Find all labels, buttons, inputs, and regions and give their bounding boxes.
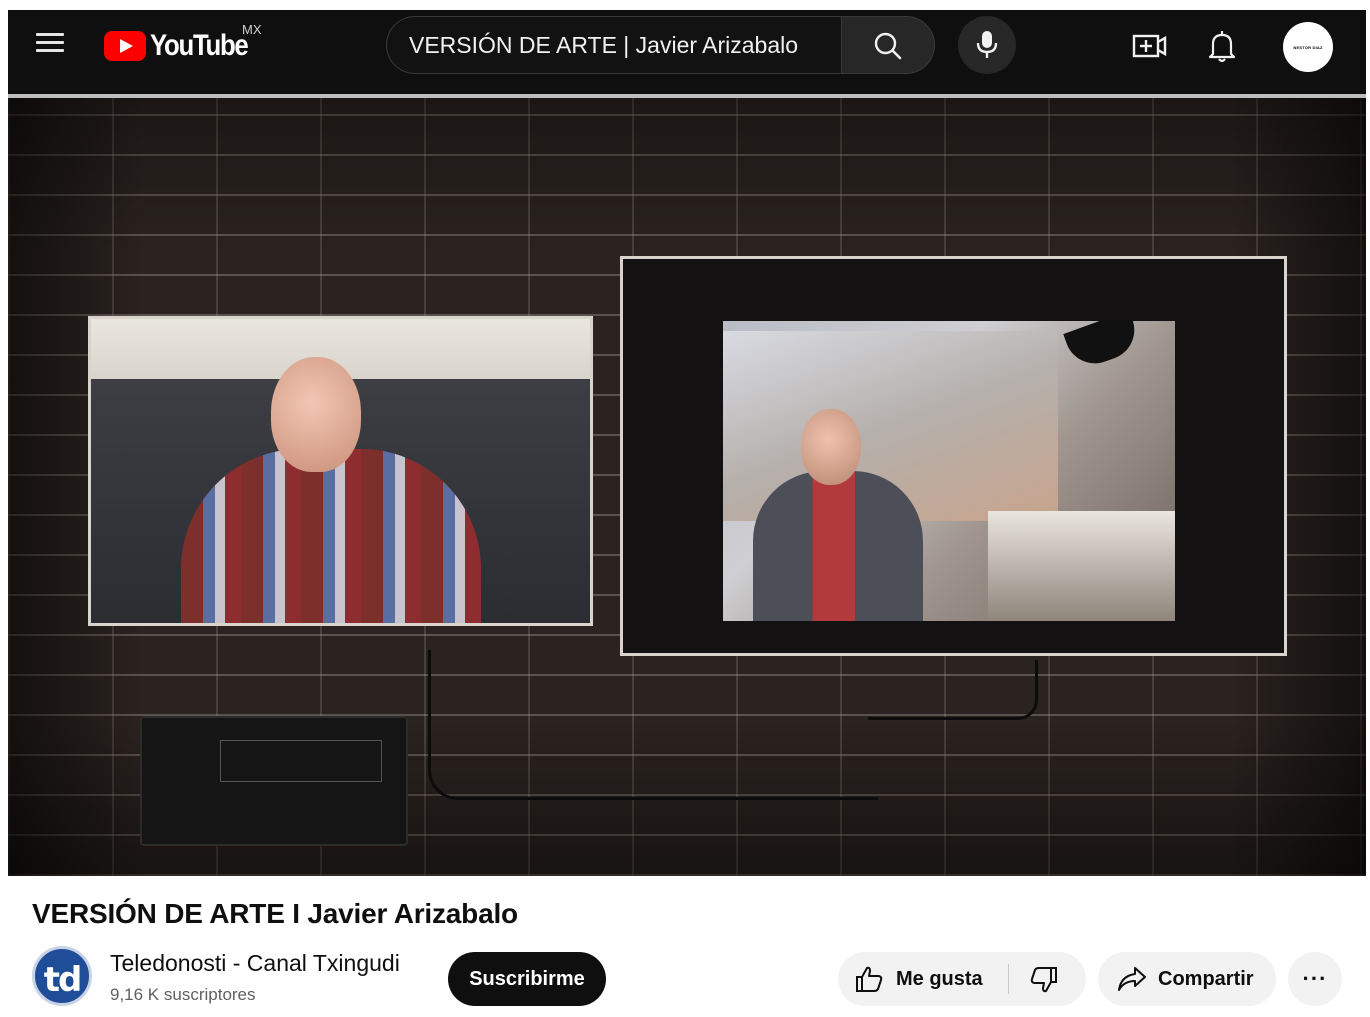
subscribe-button[interactable]: Suscribirme bbox=[448, 952, 606, 1006]
dislike-button[interactable] bbox=[1009, 952, 1086, 1006]
lamp bbox=[1063, 321, 1143, 372]
youtube-play-icon bbox=[104, 31, 146, 61]
cable bbox=[868, 660, 1038, 720]
video-title: VERSIÓN DE ARTE I Javier Arizabalo bbox=[32, 898, 518, 929]
painting-photo-frame bbox=[620, 256, 1287, 656]
search-box bbox=[386, 16, 842, 74]
person bbox=[181, 449, 481, 623]
avatar-label: NESTOR DIAZ bbox=[1293, 44, 1323, 50]
studio-photo bbox=[723, 321, 1175, 621]
youtube-watch-page: YouTube MX VERSIÓN DE ARTE | Javier Ariz… bbox=[8, 10, 1366, 1017]
search-input[interactable] bbox=[409, 17, 829, 73]
mic-icon bbox=[976, 31, 998, 58]
channel-avatar-text: td bbox=[43, 960, 83, 1000]
video-player[interactable] bbox=[8, 94, 1366, 876]
share-label: Compartir bbox=[1158, 967, 1254, 990]
region-badge: MX bbox=[242, 22, 262, 37]
create-video-button[interactable] bbox=[1130, 26, 1170, 66]
studio-table bbox=[988, 511, 1175, 621]
menu-icon[interactable] bbox=[30, 28, 70, 64]
channel-name[interactable]: Teledonosti - Canal Txingudi bbox=[110, 950, 400, 977]
notifications-button[interactable] bbox=[1202, 26, 1242, 66]
youtube-logo[interactable]: YouTube MX bbox=[104, 22, 263, 64]
vintage-device bbox=[140, 716, 408, 846]
top-bar: YouTube MX VERSIÓN DE ARTE | Javier Ariz… bbox=[8, 10, 1366, 94]
account-avatar[interactable]: NESTOR DIAZ bbox=[1283, 22, 1333, 72]
bell-icon bbox=[1208, 31, 1236, 63]
like-button[interactable]: Me gusta bbox=[838, 952, 1008, 1006]
thumbs-up-icon bbox=[856, 966, 883, 992]
create-video-icon bbox=[1132, 34, 1167, 58]
more-actions-button[interactable]: ··· bbox=[1288, 952, 1342, 1006]
like-label: Me gusta bbox=[896, 967, 983, 990]
channel-avatar[interactable]: td bbox=[32, 946, 92, 1006]
search-button[interactable] bbox=[841, 16, 935, 74]
interview-video-frame bbox=[88, 316, 593, 626]
like-dislike-group: Me gusta bbox=[838, 952, 1086, 1006]
voice-search-button[interactable] bbox=[958, 16, 1016, 74]
share-arrow-icon bbox=[1118, 967, 1146, 991]
logo-text: YouTube bbox=[150, 29, 249, 62]
share-button[interactable]: Compartir bbox=[1098, 952, 1276, 1006]
search-icon bbox=[874, 32, 902, 60]
person bbox=[753, 471, 923, 621]
cable bbox=[428, 650, 878, 800]
subscriber-count: 9,16 K suscriptores bbox=[110, 985, 256, 1004]
thumbs-down-icon bbox=[1030, 967, 1057, 993]
